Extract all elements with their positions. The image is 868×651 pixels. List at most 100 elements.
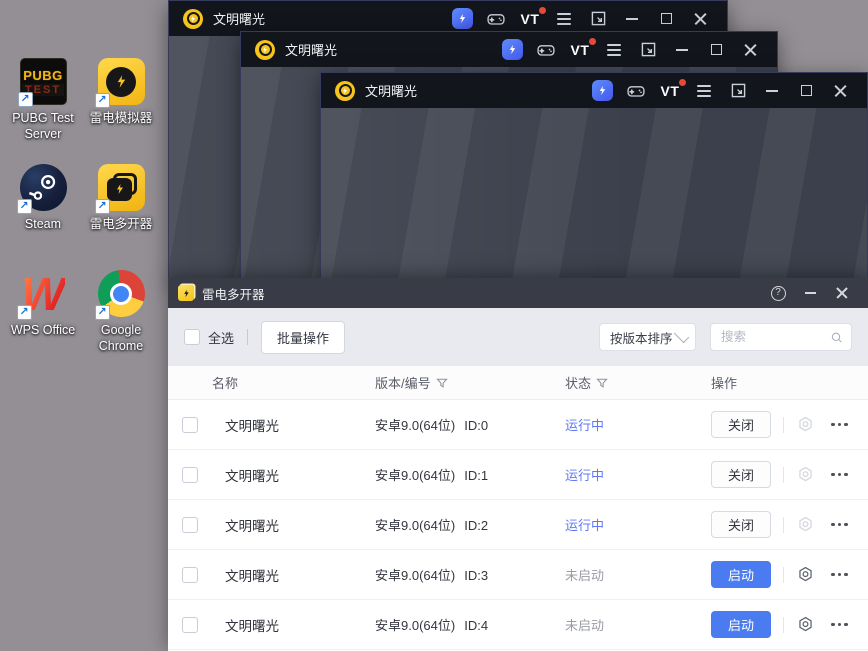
boost-icon[interactable]	[495, 32, 529, 67]
instance-action-button[interactable]: 关闭	[711, 511, 771, 538]
instance-version: 安卓9.0(64位) ID:3	[375, 568, 489, 583]
instance-version: 安卓9.0(64位) ID:2	[375, 518, 489, 533]
search-icon	[831, 332, 842, 343]
settings-gear-icon[interactable]	[796, 615, 815, 634]
desktop-icon-label: 雷电多开器	[89, 217, 153, 231]
close-button[interactable]	[733, 32, 767, 67]
instance-action-button[interactable]: 启动	[711, 611, 771, 638]
instance-actions: 关闭	[711, 511, 868, 538]
sort-dropdown-value: 按版本排序	[610, 331, 673, 346]
instance-version: 安卓9.0(64位) ID:0	[375, 418, 489, 433]
window-title: 文明曙光	[213, 12, 266, 27]
boost-icon[interactable]	[585, 73, 619, 108]
row-checkbox[interactable]	[182, 466, 198, 483]
more-options-icon[interactable]	[831, 622, 848, 627]
popout-icon[interactable]	[721, 73, 755, 108]
menu-icon[interactable]	[597, 32, 631, 67]
header-name: 名称	[212, 376, 239, 391]
settings-gear-icon[interactable]	[796, 565, 815, 584]
minimize-button[interactable]	[794, 278, 826, 308]
action-divider	[783, 466, 784, 483]
desktop-icon-label: Steam	[24, 217, 62, 231]
close-button[interactable]	[823, 73, 857, 108]
vt-label: VT	[570, 41, 590, 58]
vt-label: VT	[660, 82, 680, 99]
instance-name: 文明曙光	[225, 568, 279, 584]
desktop-icon-google-chrome[interactable]: ↗ Google Chrome	[82, 270, 160, 376]
row-checkbox[interactable]	[182, 416, 198, 433]
instance-table-body: 文明曙光 安卓9.0(64位) ID:0 运行中 关闭 文明曙光 安卓9.0(64…	[168, 400, 868, 651]
select-all-label: 全选	[208, 330, 235, 346]
instance-actions: 关闭	[711, 411, 868, 438]
instance-name: 文明曙光	[225, 518, 279, 534]
desktop-icon-label: PUBG Test Server	[12, 111, 74, 142]
row-checkbox[interactable]	[182, 516, 198, 533]
manager-titlebar[interactable]: 雷电多开器 ?	[168, 278, 868, 308]
chevron-down-icon	[673, 327, 690, 344]
search-input[interactable]	[721, 330, 830, 344]
vt-badge[interactable]: VT	[563, 32, 597, 67]
table-header: 名称 版本/编号 状态 操作	[168, 366, 868, 400]
desktop: PUBG TEST ↗ PUBG Test Server ↗ 雷电模拟器 ↗ S…	[0, 0, 868, 651]
settings-gear-icon[interactable]	[796, 515, 815, 534]
desktop-icon-ld-multiplayer[interactable]: ↗ 雷电多开器	[82, 164, 160, 270]
manager-window-title: 雷电多开器	[202, 287, 265, 302]
action-divider	[783, 616, 784, 633]
desktop-icon-steam[interactable]: ↗ Steam	[4, 164, 82, 270]
instance-version: 安卓9.0(64位) ID:1	[375, 468, 489, 483]
filter-icon[interactable]	[596, 377, 608, 389]
row-checkbox[interactable]	[182, 566, 198, 583]
select-all-checkbox[interactable]	[184, 329, 200, 345]
popout-icon[interactable]	[631, 32, 665, 67]
header-version: 版本/编号	[375, 373, 565, 392]
more-options-icon[interactable]	[831, 422, 848, 427]
notification-dot-icon	[539, 6, 547, 14]
ldplayer-logo-icon	[335, 80, 355, 101]
instance-status: 运行中	[565, 418, 605, 433]
maximize-button[interactable]	[789, 73, 823, 108]
shortcut-arrow-icon: ↗	[16, 199, 32, 214]
minimize-button[interactable]	[665, 32, 699, 67]
vt-badge[interactable]: VT	[653, 73, 687, 108]
help-button[interactable]: ?	[762, 278, 794, 308]
instance-action-button[interactable]: 启动	[711, 561, 771, 588]
instance-row: 文明曙光 安卓9.0(64位) ID:0 运行中 关闭	[168, 400, 868, 450]
desktop-icon-ldplayer[interactable]: ↗ 雷电模拟器	[82, 58, 160, 164]
notification-dot-icon	[679, 78, 687, 86]
notification-dot-icon	[589, 37, 597, 45]
menu-icon[interactable]	[687, 73, 721, 108]
close-button[interactable]	[826, 278, 858, 308]
gamepad-icon[interactable]	[619, 73, 653, 108]
instance-action-button[interactable]: 关闭	[711, 411, 771, 438]
ld-multiplayer-logo-icon	[178, 285, 194, 301]
more-options-icon[interactable]	[831, 472, 848, 477]
settings-gear-icon[interactable]	[796, 465, 815, 484]
emulator-window-3: 文明曙光 VT	[320, 72, 868, 280]
action-divider	[783, 516, 784, 533]
wps-icon: W ↗	[16, 270, 67, 320]
filter-icon[interactable]	[435, 377, 448, 389]
desktop-icon-wps-office[interactable]: W ↗ WPS Office	[4, 270, 82, 376]
instance-row: 文明曙光 安卓9.0(64位) ID:1 运行中 关闭	[168, 450, 868, 500]
maximize-button[interactable]	[699, 32, 733, 67]
action-divider	[783, 416, 784, 433]
pubg-icon-text: PUBG	[23, 67, 63, 83]
desktop-icon-grid: PUBG TEST ↗ PUBG Test Server ↗ 雷电模拟器 ↗ S…	[4, 58, 166, 376]
desktop-icon-pubg-test-server[interactable]: PUBG TEST ↗ PUBG Test Server	[4, 58, 82, 164]
more-options-icon[interactable]	[831, 572, 848, 577]
header-action: 操作	[711, 376, 738, 391]
instance-row: 文明曙光 安卓9.0(64位) ID:2 运行中 关闭	[168, 500, 868, 550]
row-checkbox[interactable]	[182, 616, 198, 633]
vt-label: VT	[520, 10, 540, 27]
more-options-icon[interactable]	[831, 522, 848, 527]
desktop-icon-label: 雷电模拟器	[89, 111, 153, 125]
instance-action-button[interactable]: 关闭	[711, 461, 771, 488]
settings-gear-icon[interactable]	[796, 415, 815, 434]
batch-operations-button[interactable]: 批量操作	[261, 320, 346, 354]
sort-dropdown[interactable]: 按版本排序	[599, 323, 696, 351]
emulator-titlebar[interactable]: 文明曙光 VT	[321, 73, 867, 108]
gamepad-icon[interactable]	[529, 32, 563, 67]
instance-name: 文明曙光	[225, 618, 279, 634]
minimize-button[interactable]	[755, 73, 789, 108]
emulator-titlebar[interactable]: 文明曙光 VT	[241, 32, 777, 67]
